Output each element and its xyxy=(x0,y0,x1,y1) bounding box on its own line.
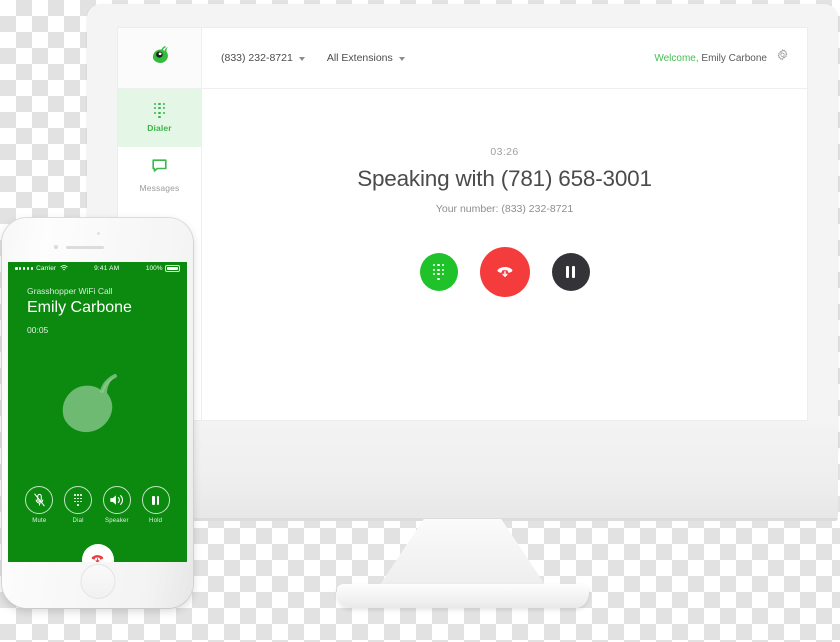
message-icon xyxy=(152,159,167,178)
topbar: (833) 232-8721 All Extensions Welcome, E… xyxy=(202,28,807,89)
dialpad-icon xyxy=(64,486,93,514)
call-duration: 00:05 xyxy=(27,325,49,335)
mute-action[interactable]: Mute xyxy=(25,486,54,524)
user-name: Emily Carbone xyxy=(701,52,767,64)
welcome-prefix: Welcome, xyxy=(654,52,699,64)
call-area: 03:26 Speaking with (781) 658-3001 Your … xyxy=(202,89,807,420)
extension-value: All Extensions xyxy=(326,52,393,64)
phone-screen: Carrier 9:41 AM 100% Grasshopper WiFi Ca… xyxy=(8,262,187,562)
sidebar-item-dialer[interactable]: Dialer xyxy=(118,89,201,147)
dial-action[interactable]: Dial xyxy=(64,486,93,524)
screenshot-stage: Dialer Messages (833) 232-8721 All Exten… xyxy=(0,0,840,642)
sidebar-item-label: Dialer xyxy=(147,123,172,134)
grasshopper-logo-icon xyxy=(147,43,173,74)
carrier-label: Carrier xyxy=(36,265,57,272)
call-service-label: Grasshopper WiFi Call xyxy=(27,286,113,296)
welcome-message: Welcome, Emily Carbone xyxy=(654,53,767,64)
home-button[interactable] xyxy=(80,564,115,599)
action-label: Dial xyxy=(72,518,84,524)
status-time: 9:41 AM xyxy=(94,265,120,272)
call-timer: 03:26 xyxy=(490,146,519,158)
pause-icon xyxy=(141,486,170,514)
phone-status-bar: Carrier 9:41 AM 100% xyxy=(8,262,187,275)
speaker-icon xyxy=(102,486,131,514)
front-camera-dot xyxy=(97,232,100,235)
desktop-monitor: Dialer Messages (833) 232-8721 All Exten… xyxy=(87,4,838,608)
battery-percent-label: 100% xyxy=(145,265,163,272)
wifi-icon xyxy=(59,264,68,273)
monitor-stand-neck xyxy=(374,519,551,593)
dialpad-button[interactable] xyxy=(419,253,458,291)
gear-icon[interactable] xyxy=(776,49,789,67)
hold-action[interactable]: Hold xyxy=(141,486,170,524)
speaker-action[interactable]: Speaker xyxy=(102,486,131,524)
mic-muted-icon xyxy=(25,486,54,514)
end-call-button[interactable] xyxy=(81,544,114,562)
phone-down-icon xyxy=(89,549,106,562)
monitor-chin xyxy=(87,423,838,520)
battery-indicator: 100% xyxy=(146,265,180,272)
chevron-down-icon xyxy=(398,57,405,61)
caller-name: Emily Carbone xyxy=(27,299,132,316)
battery-full-icon xyxy=(165,265,180,272)
your-number-label: Your number: (833) 232-8721 xyxy=(435,203,574,215)
phone-number-value: (833) 232-8721 xyxy=(221,52,293,64)
camera-dot xyxy=(54,245,58,249)
phone-call-body: Grasshopper WiFi Call Emily Carbone 00:0… xyxy=(8,286,187,562)
signal-dots-icon xyxy=(15,267,34,270)
extension-selector[interactable]: All Extensions xyxy=(327,52,405,64)
action-label: Hold xyxy=(149,518,163,524)
grasshopper-logo-icon xyxy=(52,374,134,448)
sidebar-item-messages[interactable]: Messages xyxy=(118,147,201,205)
call-controls xyxy=(419,247,590,297)
chevron-down-icon xyxy=(298,57,305,61)
topbar-right: Welcome, Emily Carbone xyxy=(654,49,789,67)
action-label: Speaker xyxy=(105,518,129,524)
call-title: Speaking with (781) 658-3001 xyxy=(357,166,652,191)
sidebar-item-label: Messages xyxy=(139,183,180,193)
hangup-button[interactable] xyxy=(479,247,530,297)
dialpad-icon xyxy=(153,102,166,119)
hold-button[interactable] xyxy=(551,253,590,291)
iphone-device: Carrier 9:41 AM 100% Grasshopper WiFi Ca… xyxy=(2,218,193,608)
main-panel: (833) 232-8721 All Extensions Welcome, E… xyxy=(202,28,807,420)
pause-icon xyxy=(565,266,576,278)
dialpad-icon xyxy=(432,264,445,280)
phone-down-icon xyxy=(494,259,516,286)
earpiece-speaker xyxy=(66,245,104,249)
app-screen: Dialer Messages (833) 232-8721 All Exten… xyxy=(118,28,807,420)
logo-cell[interactable] xyxy=(118,28,201,89)
monitor-stand-foot xyxy=(336,584,589,608)
phone-call-actions: Mute Dial Speaker Hold xyxy=(8,486,187,524)
action-label: Mute xyxy=(32,518,47,524)
phone-number-selector[interactable]: (833) 232-8721 xyxy=(221,52,305,64)
